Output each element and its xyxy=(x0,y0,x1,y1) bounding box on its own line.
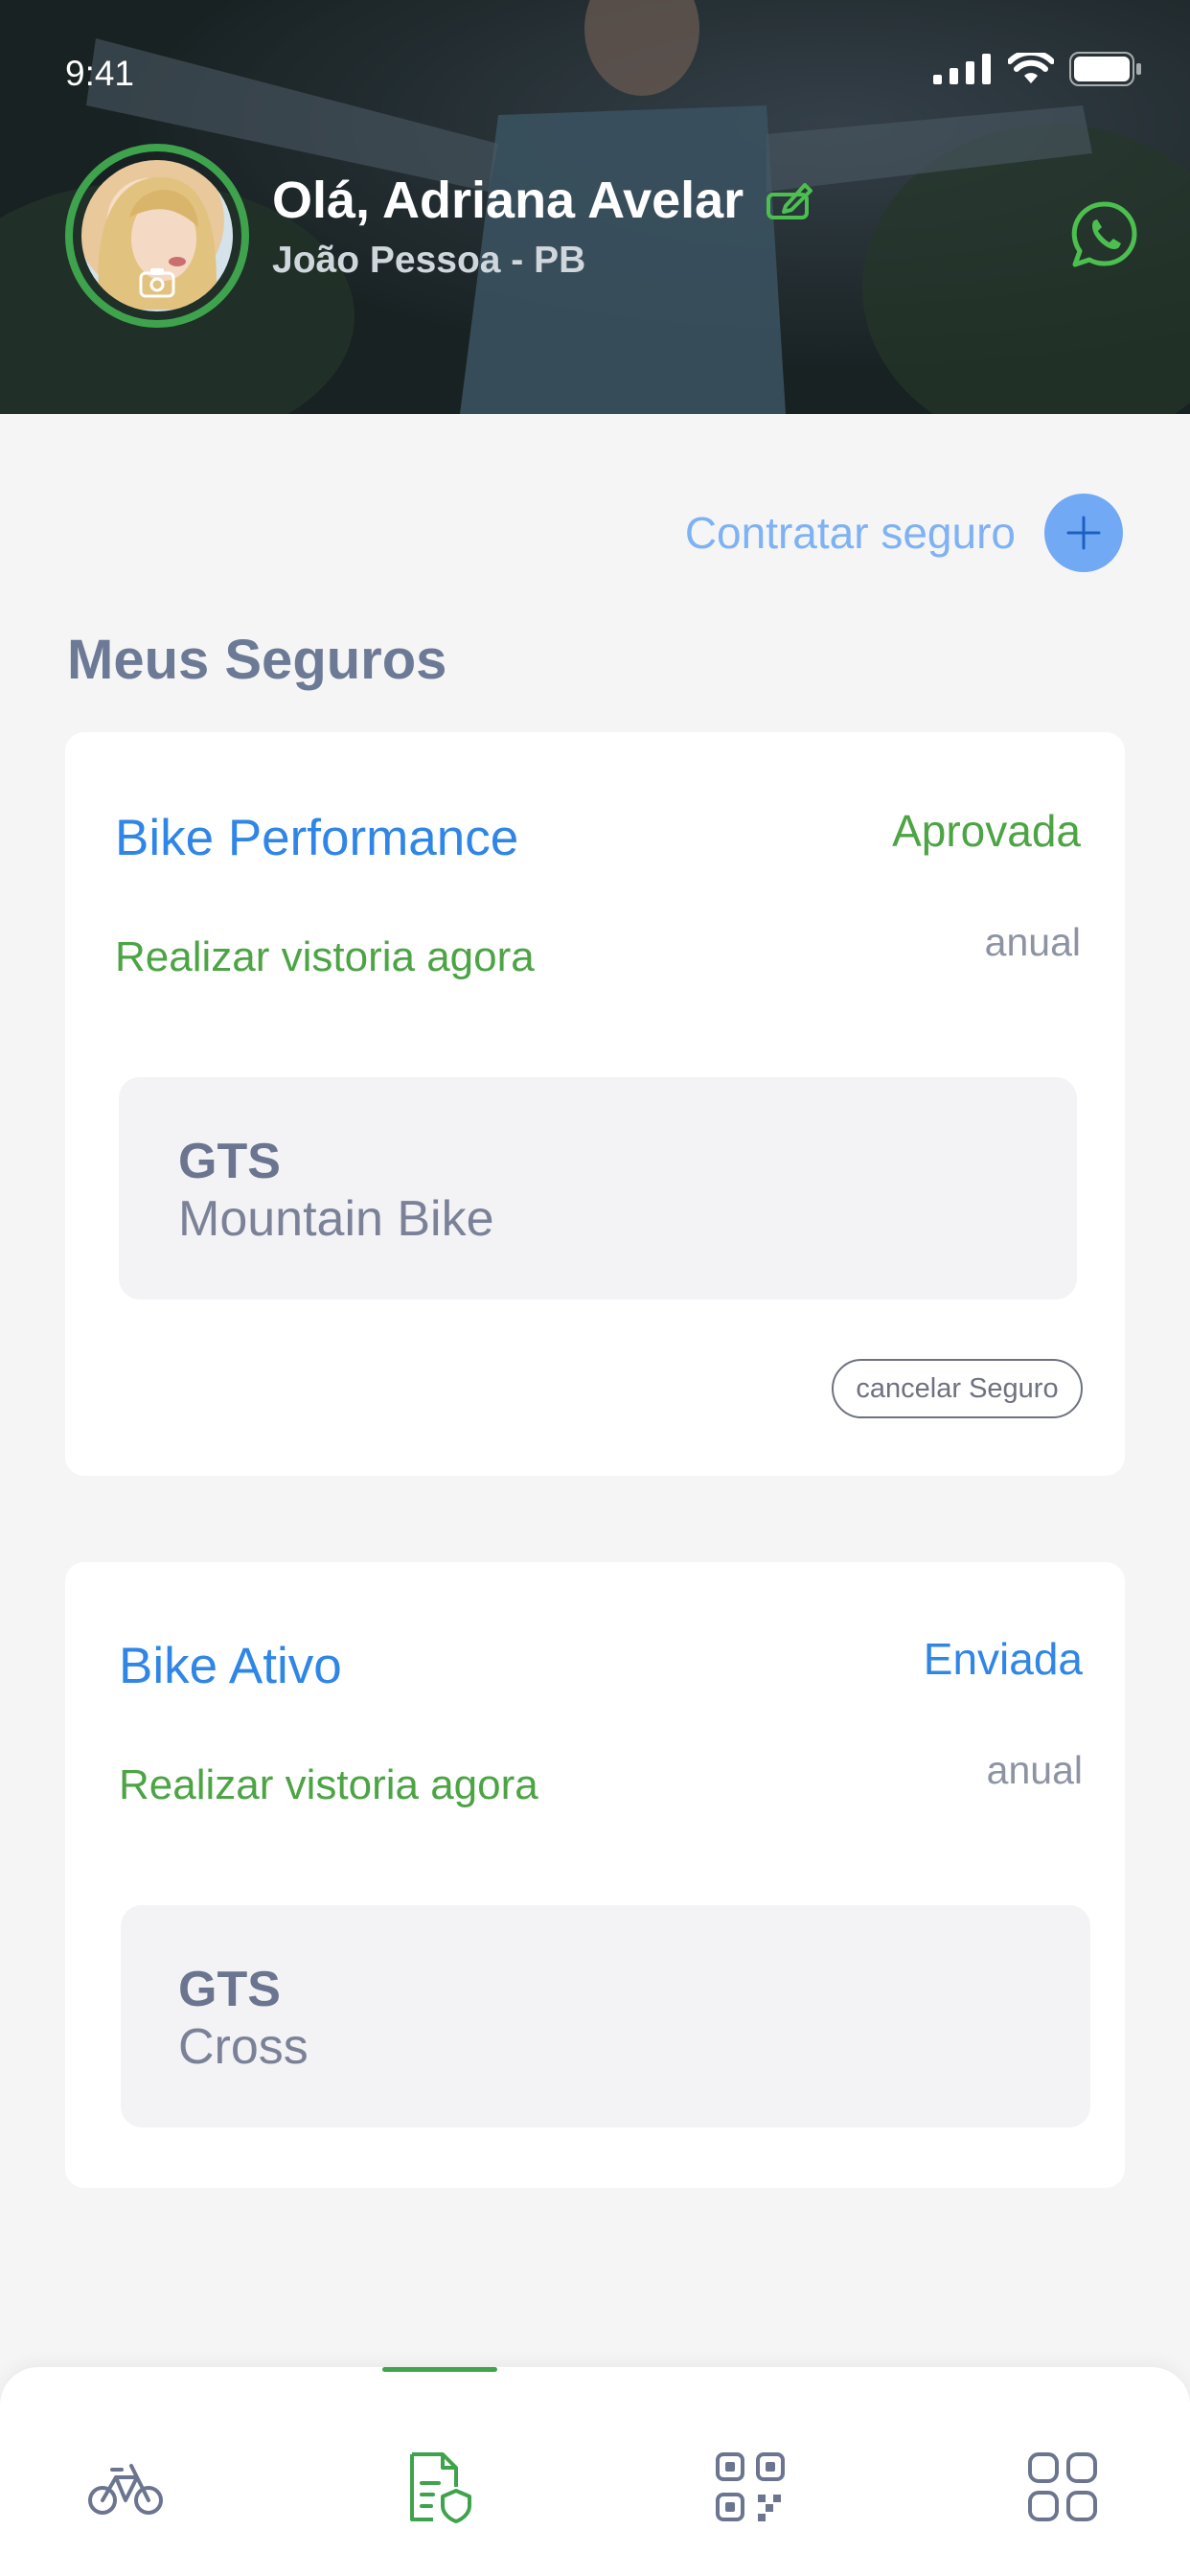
insurance-card: Bike Ativo Enviada Realizar vistoria ago… xyxy=(65,1562,1125,2188)
bike-model: Mountain Bike xyxy=(178,1191,494,1247)
active-tab-indicator xyxy=(382,2367,497,2372)
edit-profile-icon[interactable] xyxy=(765,179,816,221)
insurance-document-icon xyxy=(410,2452,471,2523)
avatar-photo xyxy=(81,160,233,311)
battery-icon xyxy=(1069,52,1141,86)
status-badge: Aprovada xyxy=(892,806,1081,856)
avatar[interactable] xyxy=(65,144,249,328)
add-insurance-button[interactable] xyxy=(1044,494,1123,572)
cancel-insurance-button[interactable]: cancelar Seguro xyxy=(832,1359,1083,1418)
tab-qr-code[interactable] xyxy=(698,2434,803,2540)
whatsapp-icon[interactable] xyxy=(1069,199,1140,270)
tab-insurances[interactable] xyxy=(387,2434,492,2540)
status-icons xyxy=(933,52,1142,86)
bike-icon xyxy=(88,2464,163,2515)
bottom-tab-bar xyxy=(0,2367,1190,2576)
tab-menu[interactable] xyxy=(1010,2434,1115,2540)
camera-icon[interactable] xyxy=(138,265,176,298)
contract-insurance-action[interactable]: Contratar seguro xyxy=(685,494,1123,572)
grid-menu-icon xyxy=(1028,2452,1097,2521)
contract-insurance-label[interactable]: Contratar seguro xyxy=(685,507,1016,559)
plus-icon xyxy=(1066,516,1101,550)
bike-info-box: GTS Mountain Bike xyxy=(119,1077,1077,1300)
bike-brand: GTS xyxy=(178,1134,281,1189)
billing-period: anual xyxy=(984,920,1081,964)
user-location: João Pessoa - PB xyxy=(272,240,586,281)
insurance-card: Bike Performance Aprovada Realizar visto… xyxy=(65,732,1125,1476)
bike-model: Cross xyxy=(178,2019,309,2075)
greeting: Olá, Adriana Avelar xyxy=(272,171,816,230)
greeting-text: Olá, Adriana Avelar xyxy=(272,172,744,229)
inspection-link[interactable]: Realizar vistoria agora xyxy=(115,933,535,981)
status-time: 9:41 xyxy=(65,54,135,93)
signal-icon xyxy=(933,54,991,84)
status-badge: Enviada xyxy=(923,1634,1083,1684)
page-title: Meus Seguros xyxy=(67,629,447,691)
bike-brand: GTS xyxy=(178,1962,281,2017)
qr-code-icon xyxy=(716,2452,785,2521)
inspection-link[interactable]: Realizar vistoria agora xyxy=(119,1761,538,1809)
billing-period: anual xyxy=(986,1748,1083,1792)
wifi-icon xyxy=(1008,53,1054,83)
tab-bikes[interactable] xyxy=(73,2434,178,2540)
insurance-plan-name[interactable]: Bike Performance xyxy=(115,809,518,867)
insurance-plan-name[interactable]: Bike Ativo xyxy=(119,1637,342,1695)
bike-info-box: GTS Cross xyxy=(121,1905,1090,2128)
profile-header: 9:41 Olá, Adriana Avelar João Pessoa - P… xyxy=(0,0,1190,414)
